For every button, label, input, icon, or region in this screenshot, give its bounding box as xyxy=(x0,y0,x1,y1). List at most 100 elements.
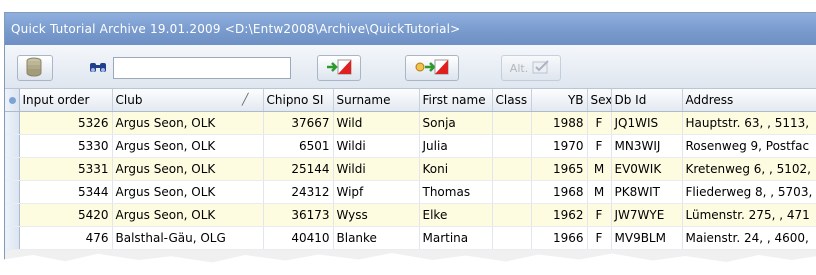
cell-input-order: 5344 xyxy=(19,180,113,204)
cell-first-name: Martina xyxy=(419,226,493,250)
cell-db-id: EV0WIK xyxy=(611,157,683,181)
cell-club: Argus Seon, OLK xyxy=(112,157,264,181)
circle-arrow-flag-icon xyxy=(414,58,450,79)
cell-class xyxy=(492,157,532,181)
cell-yb: 1968 xyxy=(531,180,588,204)
column-header-db-id[interactable]: Db Id xyxy=(611,89,683,112)
cell-surname: Wild xyxy=(333,111,420,135)
transfer-button[interactable] xyxy=(405,55,459,81)
table-row[interactable]: 5420 Argus Seon, OLK 36173 Wyss Elke 196… xyxy=(5,203,816,227)
column-header-first-name[interactable]: First name xyxy=(419,89,493,112)
row-selector[interactable] xyxy=(5,203,20,227)
cell-address: Maienstr. 24, , 4600, xyxy=(682,226,816,250)
alt-button[interactable]: Alt. xyxy=(501,55,561,81)
cell-address: Kretenweg 6, , 5102, xyxy=(682,157,816,181)
row-selector[interactable] xyxy=(5,226,20,250)
cell-class xyxy=(492,226,532,250)
column-header-address[interactable]: Address xyxy=(682,89,816,112)
cell-db-id: MN3WIJ xyxy=(611,134,683,158)
cell-address: Rosenweg 9, Postfac xyxy=(682,134,816,158)
cell-sex: F xyxy=(587,226,612,250)
cell-surname: Blanke xyxy=(333,226,420,250)
cell-sex: M xyxy=(587,180,612,204)
import-button[interactable] xyxy=(317,55,361,81)
row-selector[interactable] xyxy=(5,111,20,135)
cell-yb: 1988 xyxy=(531,111,588,135)
database-icon xyxy=(24,57,46,80)
arrow-into-flag-icon xyxy=(325,58,353,79)
cell-db-id: PK8WIT xyxy=(611,180,683,204)
cell-yb: 1970 xyxy=(531,134,588,158)
cell-chipno: 25144 xyxy=(263,157,334,181)
binoculars-icon[interactable] xyxy=(89,60,107,77)
table-header-row: Input order Club ╱ Chipno SI Surname Firs… xyxy=(5,89,816,112)
cell-input-order: 5330 xyxy=(19,134,113,158)
table-row[interactable]: 5330 Argus Seon, OLK 6501 Wildi Julia 19… xyxy=(5,134,816,158)
cell-chipno: 36173 xyxy=(263,203,334,227)
cell-input-order: 476 xyxy=(19,226,113,250)
row-selector-header[interactable] xyxy=(5,89,20,112)
cell-sex: F xyxy=(587,203,612,227)
column-header-club[interactable]: Club ╱ xyxy=(112,89,264,112)
cell-yb: 1966 xyxy=(531,226,588,250)
row-selector[interactable] xyxy=(5,134,20,158)
column-header-club-label: Club xyxy=(115,92,143,107)
cell-club: Argus Seon, OLK xyxy=(112,111,264,135)
cell-surname: Wyss xyxy=(333,203,420,227)
alt-label: Alt. xyxy=(509,61,529,75)
column-header-sex[interactable]: Sex xyxy=(587,89,612,112)
search-area xyxy=(89,56,291,80)
cell-club: Balsthal-Gäu, OLG xyxy=(112,226,264,250)
cell-first-name: Sonja xyxy=(419,111,493,135)
cell-input-order: 5331 xyxy=(19,157,113,181)
cell-db-id: JW7WYE xyxy=(611,203,683,227)
cell-sex: F xyxy=(587,111,612,135)
cell-class xyxy=(492,134,532,158)
column-header-input-order[interactable]: Input order xyxy=(19,89,113,112)
column-header-class[interactable]: Class xyxy=(492,89,532,112)
archive-window: Quick Tutorial Archive 19.01.2009 <D:\En… xyxy=(4,12,816,275)
column-header-yb[interactable]: YB xyxy=(531,89,588,112)
cell-class xyxy=(492,203,532,227)
cell-first-name: Thomas xyxy=(419,180,493,204)
cell-address: Lümenstr. 275, , 471 xyxy=(682,203,816,227)
cell-surname: Wildi xyxy=(333,134,420,158)
cell-chipno: 6501 xyxy=(263,134,334,158)
toolbar: Alt. xyxy=(5,45,816,89)
row-indicator-icon xyxy=(9,96,16,104)
table-row[interactable]: 5331 Argus Seon, OLK 25144 Wildi Koni 19… xyxy=(5,157,816,181)
row-selector[interactable] xyxy=(5,157,20,181)
column-header-chipno[interactable]: Chipno SI xyxy=(263,89,334,112)
cell-chipno: 24312 xyxy=(263,180,334,204)
cell-yb: 1965 xyxy=(531,157,588,181)
cell-address: Fliederweg 8, , 5703, xyxy=(682,180,816,204)
cell-input-order: 5326 xyxy=(19,111,113,135)
cell-class xyxy=(492,180,532,204)
cell-sex: M xyxy=(587,157,612,181)
table-row[interactable]: 476 Balsthal-Gäu, OLG 40410 Blanke Marti… xyxy=(5,226,816,250)
search-input[interactable] xyxy=(113,57,291,79)
cell-club: Argus Seon, OLK xyxy=(112,134,264,158)
cell-club: Argus Seon, OLK xyxy=(112,203,264,227)
table-row[interactable]: 5326 Argus Seon, OLK 37667 Wild Sonja 19… xyxy=(5,111,816,135)
cell-first-name: Koni xyxy=(419,157,493,181)
table-row[interactable]: 5344 Argus Seon, OLK 24312 Wipf Thomas 1… xyxy=(5,180,816,204)
cell-club: Argus Seon, OLK xyxy=(112,180,264,204)
cell-sex: F xyxy=(587,134,612,158)
cell-input-order: 5420 xyxy=(19,203,113,227)
participants-table: Input order Club ╱ Chipno SI Surname Firs… xyxy=(5,89,816,250)
sort-indicator-icon: ╱ xyxy=(241,93,249,106)
cell-class xyxy=(492,111,532,135)
cell-surname: Wildi xyxy=(333,157,420,181)
cell-address: Hauptstr. 63, , 5113, xyxy=(682,111,816,135)
cell-surname: Wipf xyxy=(333,180,420,204)
window-title: Quick Tutorial Archive 19.01.2009 <D:\En… xyxy=(5,13,816,45)
row-selector[interactable] xyxy=(5,180,20,204)
cell-yb: 1962 xyxy=(531,203,588,227)
column-header-surname[interactable]: Surname xyxy=(333,89,420,112)
cell-first-name: Elke xyxy=(419,203,493,227)
cell-db-id: MV9BLM xyxy=(611,226,683,250)
cell-first-name: Julia xyxy=(419,134,493,158)
cell-db-id: JQ1WIS xyxy=(611,111,683,135)
database-button[interactable] xyxy=(17,55,53,81)
